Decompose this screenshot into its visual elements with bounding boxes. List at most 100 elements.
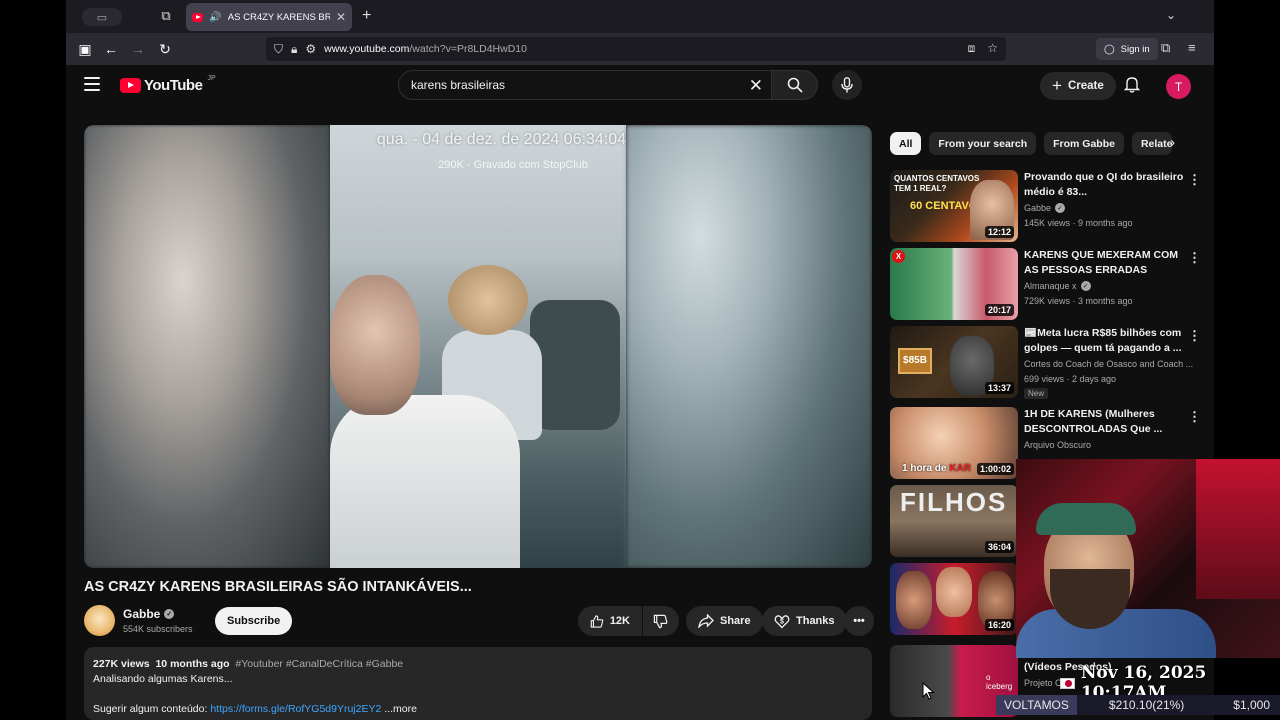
video-player[interactable]: qua. - 04 de dez. de 2024 06:34:04 290K … [84, 125, 872, 568]
super-thanks-icon: $ [774, 615, 790, 629]
list-item[interactable]: X 20:17 KARENS QUE MEXERAM COM AS PESSOA… [890, 248, 1201, 320]
rec-title[interactable]: Provando que o QI do brasileiro médio é … [1024, 170, 1194, 200]
thumbnail[interactable]: 16:20 [890, 563, 1018, 635]
youtube-logo[interactable]: YouTube JP [120, 75, 216, 94]
youtube-play-icon [120, 78, 141, 93]
more-horizontal-icon: ••• [853, 615, 865, 627]
dislike-button[interactable] [643, 606, 679, 636]
permissions-icon[interactable]: ⚙ [305, 42, 316, 56]
more-actions-button[interactable]: ••• [844, 606, 874, 636]
rec-channel[interactable]: Cortes do Coach de Osasco and Coach ... [1024, 359, 1194, 369]
sign-in-button[interactable]: ◯ Sign in [1096, 38, 1158, 60]
show-more-link[interactable]: ...more [384, 703, 417, 715]
create-button[interactable]: + Create [1040, 72, 1116, 100]
address-bar[interactable]: ⛉ 🔒︎ ⚙ www.youtube.com/watch?v=Pr8LD4HwD… [266, 37, 1006, 61]
channel-avatar[interactable] [84, 605, 115, 636]
guide-menu-icon[interactable] [84, 77, 100, 91]
rec-channel-name: Cortes do Coach de Osasco and Coach ... [1024, 359, 1194, 369]
rec-channel[interactable]: Almanaque x ✓ [1024, 281, 1194, 291]
video-frame-right [626, 125, 872, 568]
rec-meta: 145K views · 9 months ago [1024, 218, 1133, 228]
bookmark-star-icon[interactable]: ☆ [987, 41, 998, 56]
description-meta: 227K views 10 months ago #Youtuber #Cana… [93, 657, 863, 672]
youtube-masthead: YouTube JP karens brasileiras ✕ + Create … [66, 65, 1214, 107]
back-button[interactable]: ← [102, 40, 120, 58]
duration-badge: 20:17 [984, 304, 1014, 316]
video-person-shirt [330, 395, 520, 568]
search-icon [787, 77, 803, 93]
new-tab-button[interactable]: + [362, 7, 371, 25]
search-input[interactable]: karens brasileiras ✕ [398, 70, 772, 100]
audio-playing-icon[interactable]: 🔊 [209, 12, 221, 23]
chip-from-your-search[interactable]: From your search [929, 132, 1037, 155]
verified-badge-icon: ✓ [1080, 281, 1091, 291]
list-item[interactable]: QUANTOS CENTAVOS TEM 1 REAL? 60 CENTAVOS?… [890, 170, 1201, 242]
thumbnail-caption: o iceberg [986, 673, 1013, 691]
rec-title[interactable]: KARENS QUE MEXERAM COM AS PESSOAS ERRADA… [1024, 248, 1194, 278]
lock-icon[interactable]: 🔒︎ [291, 42, 297, 57]
voice-search-button[interactable] [832, 70, 862, 100]
more-vert-icon[interactable]: ⋮ [1188, 328, 1201, 344]
active-tab[interactable]: 🔊 AS CR4ZY KARENS BRASILEIRAS SÃO INTANK… [186, 3, 352, 31]
hashtags[interactable]: #Youtuber #CanalDeCrítica #Gabbe [235, 658, 403, 670]
stream-datestamp: Nov 16, 2025 10:17AM [1060, 663, 1280, 703]
description-box[interactable]: 227K views 10 months ago #Youtuber #Cana… [84, 647, 872, 720]
more-vert-icon[interactable]: ⋮ [1188, 250, 1201, 266]
partial-rec-channel[interactable]: Projeto C [1024, 678, 1062, 688]
thumbnail[interactable]: 1 hora de KAR 1:00:02 [890, 407, 1018, 479]
tracking-shield-icon[interactable]: ⛉ [274, 42, 283, 57]
chip-from-gabbe[interactable]: From Gabbe [1044, 132, 1124, 155]
tab-overview-icon[interactable]: ⧉ [158, 8, 174, 24]
thumbnail[interactable]: QUANTOS CENTAVOS TEM 1 REAL? 60 CENTAVOS?… [890, 170, 1018, 242]
list-all-tabs-icon[interactable]: ⌄ [1166, 8, 1176, 22]
video-seat [530, 300, 620, 430]
navigation-bar: ▣ ← → ↻ ⛉ 🔒︎ ⚙ www.youtube.com/watch?v=P… [66, 33, 1214, 65]
rec-title[interactable]: 1H DE KARENS (Mulheres DESCONTROLADAS Qu… [1024, 407, 1194, 437]
thanks-button[interactable]: $ Thanks [762, 606, 847, 636]
app-menu-icon[interactable]: ≡ [1188, 40, 1196, 55]
webcam-person-cap [1036, 503, 1136, 535]
thumbnail[interactable]: $85B 13:37 [890, 326, 1018, 398]
sidebar-toggle-icon[interactable]: ▭ [82, 8, 122, 26]
video-person-back-head [448, 265, 528, 335]
notifications-button[interactable] [1123, 75, 1141, 98]
form-link[interactable]: https://forms.gle/RofYG5d9Yruj2EY2 [210, 703, 381, 715]
account-avatar[interactable]: T [1166, 74, 1191, 99]
thumbnail[interactable]: FILHOS 36:04 [890, 485, 1018, 557]
rec-title[interactable]: 📰Meta lucra R$85 bilhões com golpes — qu… [1024, 326, 1194, 356]
rec-channel[interactable]: Arquivo Obscuro [1024, 440, 1194, 450]
like-button[interactable]: 12K [578, 606, 642, 636]
close-tab-icon[interactable]: ✕ [336, 10, 346, 24]
list-item[interactable]: $85B 13:37 📰Meta lucra R$85 bilhões com … [890, 326, 1201, 399]
channel-row: Gabbe ✓ 554K subscribers Subscribe 12K Sh… [84, 604, 874, 638]
thumbnail[interactable]: X 20:17 [890, 248, 1018, 320]
channel-name-link[interactable]: Gabbe ✓ [123, 607, 175, 621]
rec-channel-name: Gabbe [1024, 203, 1052, 213]
thumbs-up-icon [590, 614, 604, 628]
clear-search-icon[interactable]: ✕ [749, 76, 763, 96]
video-watermark: 290K - Gravado com StopClub [438, 159, 588, 171]
thumbnail-sign: $85B [898, 348, 932, 374]
subscribe-button[interactable]: Subscribe [215, 607, 293, 635]
url-text: www.youtube.com/watch?v=Pr8LD4HwD10 [324, 43, 527, 55]
chip-all[interactable]: All [890, 132, 922, 155]
ticker-value: $210.10(21%) [1108, 698, 1185, 712]
chevron-right-icon[interactable]: › [1170, 134, 1175, 151]
more-vert-icon[interactable]: ⋮ [1188, 409, 1201, 425]
sidebar-icon[interactable]: ▣ [76, 40, 94, 58]
description-line: Analisando algumas Karens... [93, 673, 233, 685]
rec-channel[interactable]: Gabbe ✓ [1024, 203, 1194, 213]
extensions-icon[interactable]: ⧉ [1161, 40, 1170, 56]
chip-related[interactable]: Relate [1131, 132, 1172, 155]
thumbnail-caption: 1 hora de KAR [902, 463, 971, 474]
more-vert-icon[interactable]: ⋮ [1188, 172, 1201, 188]
japan-flag-icon [1060, 677, 1075, 689]
search-button[interactable] [772, 70, 818, 100]
share-button[interactable]: Share [686, 606, 763, 636]
rec-meta: 699 views · 2 days ago [1024, 374, 1117, 384]
logo-wordmark: YouTube [144, 77, 203, 94]
reload-button[interactable]: ↻ [156, 40, 174, 58]
forward-button[interactable]: → [129, 40, 147, 58]
rec-channel-name: Almanaque x [1024, 281, 1077, 291]
picture-in-picture-icon[interactable]: ⧈ [968, 41, 976, 56]
